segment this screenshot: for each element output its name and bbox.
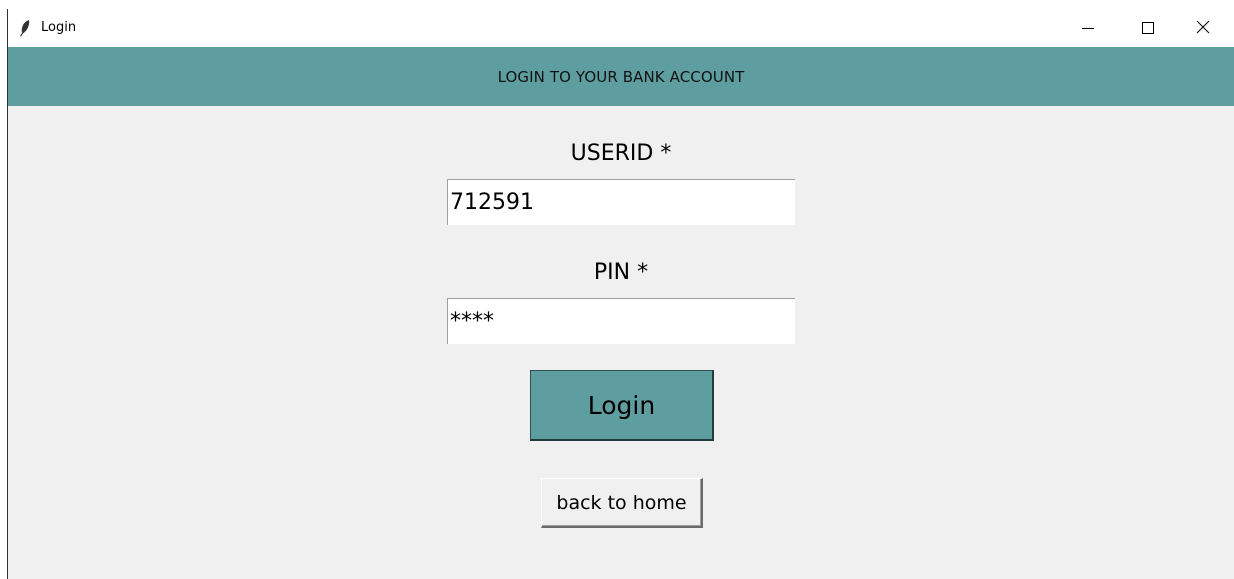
pin-label: PIN * bbox=[593, 260, 649, 285]
window-title: Login bbox=[41, 20, 77, 35]
maximize-button[interactable] bbox=[1125, 9, 1171, 47]
maximize-icon bbox=[1142, 19, 1154, 38]
login-button[interactable]: Login bbox=[530, 370, 714, 441]
feather-icon bbox=[17, 19, 33, 37]
back-to-home-button[interactable]: back to home bbox=[541, 478, 703, 528]
minimize-icon bbox=[1082, 19, 1094, 38]
pin-input[interactable] bbox=[447, 298, 795, 344]
header-banner: LOGIN TO YOUR BANK ACCOUNT bbox=[8, 47, 1234, 106]
close-icon bbox=[1196, 19, 1210, 38]
minimize-button[interactable] bbox=[1065, 9, 1111, 47]
title-bar: Login bbox=[8, 9, 1234, 47]
header-title: LOGIN TO YOUR BANK ACCOUNT bbox=[497, 67, 745, 86]
userid-input[interactable] bbox=[447, 179, 795, 225]
login-window: Login LOGIN TO YOUR BANK ACCOUNT USERID … bbox=[7, 9, 1234, 579]
close-button[interactable] bbox=[1180, 9, 1226, 47]
userid-label: USERID * bbox=[570, 141, 672, 166]
